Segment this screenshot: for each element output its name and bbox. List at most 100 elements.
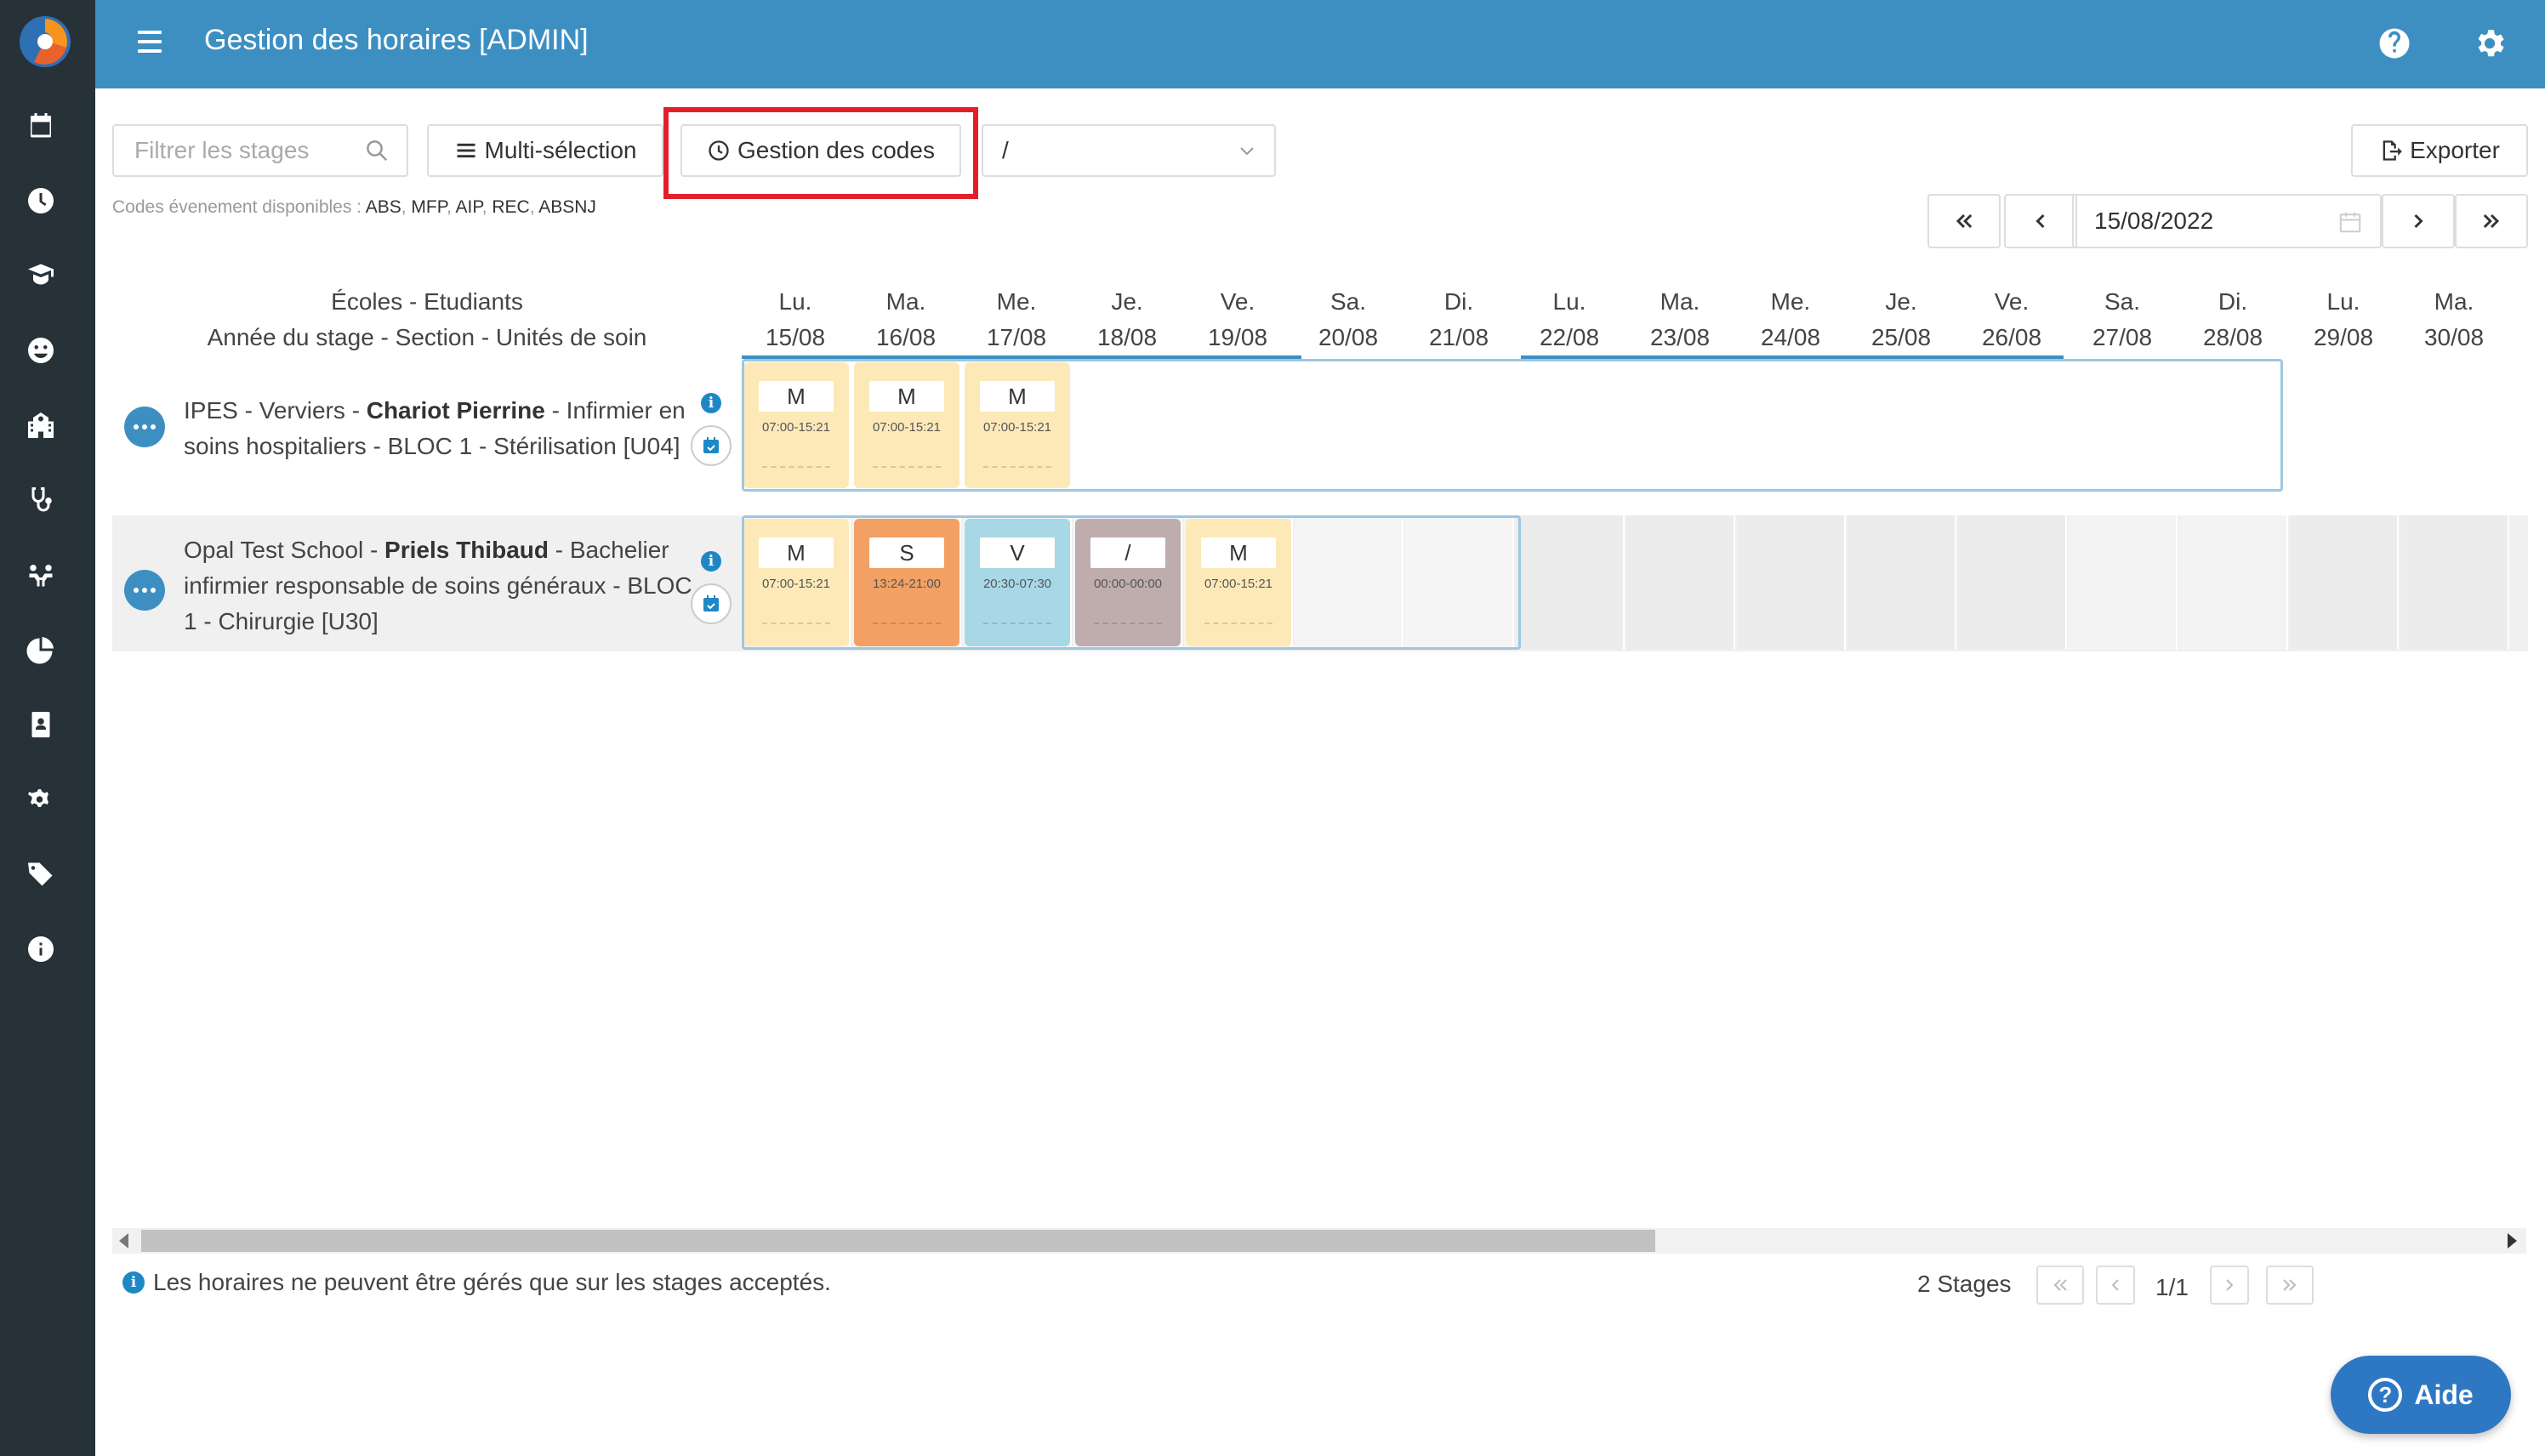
scroll-right-arrow[interactable]	[2508, 1233, 2517, 1248]
sidebar	[0, 0, 95, 1456]
help-icon[interactable]	[2377, 26, 2412, 61]
day-name: Ma.	[885, 288, 926, 315]
row-actions-button[interactable]	[124, 407, 165, 447]
stage-period-frame	[742, 515, 1521, 650]
day-date: 25/08	[1870, 324, 1932, 350]
last-period-button[interactable]	[2455, 194, 2528, 248]
grid-header-labels: Écoles - Etudiants Année du stage - Sect…	[112, 284, 742, 355]
footer-note-text: Les horaires ne peuvent être gérés que s…	[153, 1269, 831, 1295]
calendar-check-button[interactable]	[691, 583, 732, 624]
date-picker[interactable]: 15/08/2022	[2072, 194, 2382, 248]
filter-stages-input[interactable]	[114, 126, 369, 175]
grid-header-line2: Année du stage - Section - Unités de soi…	[207, 324, 647, 350]
day-name: Ma.	[1660, 288, 1700, 315]
calendar-icon[interactable]	[24, 109, 58, 143]
scroll-thumb[interactable]	[141, 1230, 1655, 1252]
first-page-button[interactable]	[2036, 1265, 2084, 1305]
stethoscope-icon[interactable]	[24, 483, 58, 517]
day-column-header: Me. 17/08	[962, 284, 1071, 355]
scroll-left-arrow[interactable]	[119, 1233, 128, 1248]
first-period-button[interactable]	[1927, 194, 2001, 248]
footer-note: i Les horaires ne peuvent être gérés que…	[122, 1269, 831, 1296]
smiley-icon[interactable]	[24, 333, 58, 367]
day-cell[interactable]	[1516, 515, 1625, 650]
badge-icon[interactable]	[24, 708, 58, 742]
info-icon[interactable]: i	[701, 393, 721, 413]
day-name: Lu.	[2326, 288, 2360, 315]
day-column-header: Sa. 27/08	[2068, 284, 2177, 355]
day-cell[interactable]	[1737, 515, 1846, 650]
school-name: IPES - Verviers -	[184, 397, 360, 424]
stage-period-frame	[742, 359, 2283, 492]
previous-page-button[interactable]	[2096, 1265, 2135, 1305]
chevron-right-icon	[2226, 1279, 2234, 1291]
list-icon	[457, 143, 475, 158]
day-date: 23/08	[1649, 324, 1711, 350]
pie-chart-icon[interactable]	[24, 633, 58, 667]
day-cell[interactable]	[1626, 515, 1735, 650]
top-bar: Gestion des horaires [ADMIN]	[95, 0, 2545, 88]
day-cell[interactable]	[1848, 515, 1956, 650]
horizontal-scrollbar[interactable]	[112, 1228, 2526, 1254]
export-button[interactable]: Exporter	[2351, 124, 2528, 177]
day-column-header: Je. 18/08	[1073, 284, 1181, 355]
info-icon[interactable]	[24, 932, 58, 966]
graduate-icon[interactable]	[24, 259, 58, 293]
multi-selection-button[interactable]: Multi-sélection	[427, 124, 663, 177]
day-cell[interactable]	[2400, 515, 2509, 650]
day-cell[interactable]	[2069, 515, 2178, 650]
code-select-value: /	[1002, 137, 1009, 163]
next-page-button[interactable]	[2210, 1265, 2249, 1305]
code-absnj: ABSNJ	[538, 197, 596, 217]
day-column-header: Ve. 19/08	[1183, 284, 1292, 355]
day-name: Je.	[1111, 288, 1143, 315]
day-column-header: Lu. 29/08	[2289, 284, 2398, 355]
available-codes: Codes évenement disponibles : ABS, MFP, …	[112, 197, 596, 217]
code-select[interactable]: /	[982, 124, 1276, 177]
row-actions-button[interactable]	[124, 570, 165, 611]
question-icon: ?	[2368, 1378, 2403, 1412]
previous-period-button[interactable]	[2004, 194, 2077, 248]
last-page-button[interactable]	[2266, 1265, 2314, 1305]
day-date: 16/08	[875, 324, 937, 350]
day-name: Sa.	[2104, 288, 2141, 315]
double-chevron-right-icon	[2483, 213, 2500, 229]
stage-info: - Infirmier en	[551, 397, 686, 424]
help-button-label: Aide	[2414, 1379, 2474, 1410]
info-icon[interactable]: i	[701, 551, 721, 572]
code-rec: REC	[492, 197, 530, 217]
day-name: Je.	[1885, 288, 1917, 315]
day-name: Me.	[1770, 288, 1811, 315]
chevron-left-icon	[2035, 213, 2045, 229]
calendar-icon	[2339, 212, 2361, 233]
stage-description: Opal Test School - Priels Thibaud - Bach…	[184, 532, 692, 640]
app-logo[interactable]	[17, 14, 73, 70]
day-column-header: Ma. 30/08	[2400, 284, 2508, 355]
tags-icon[interactable]	[24, 857, 58, 891]
day-column-header: Ma. 16/08	[851, 284, 960, 355]
menu-icon[interactable]	[138, 31, 162, 56]
stage-info-line2: infirmier responsable de soins généraux …	[184, 572, 692, 599]
day-date: 27/08	[2092, 324, 2153, 350]
calendar-check-button[interactable]	[691, 425, 732, 466]
day-cell[interactable]	[2290, 515, 2399, 650]
search-icon[interactable]	[364, 138, 390, 163]
day-cell[interactable]	[2179, 515, 2288, 650]
day-date: 28/08	[2202, 324, 2263, 350]
school-icon[interactable]	[24, 408, 58, 442]
people-icon[interactable]	[24, 558, 58, 592]
day-cell[interactable]	[1958, 515, 2067, 650]
gear-icon[interactable]	[2472, 26, 2508, 61]
day-date: 22/08	[1539, 324, 1600, 350]
clock-icon[interactable]	[24, 184, 58, 218]
day-column-header: Sa. 20/08	[1294, 284, 1403, 355]
gears-icon[interactable]	[24, 782, 58, 816]
help-button[interactable]: ? Aide	[2331, 1356, 2511, 1434]
code-abs: ABS	[365, 197, 401, 217]
day-column-header: Je. 25/08	[1847, 284, 1956, 355]
double-chevron-left-icon	[2053, 1279, 2067, 1291]
day-name: Ve.	[1994, 288, 2030, 315]
stage-description: IPES - Verviers - Chariot Pierrine - Inf…	[184, 393, 686, 464]
day-name: Sa.	[1329, 288, 1367, 315]
next-period-button[interactable]	[2382, 194, 2455, 248]
